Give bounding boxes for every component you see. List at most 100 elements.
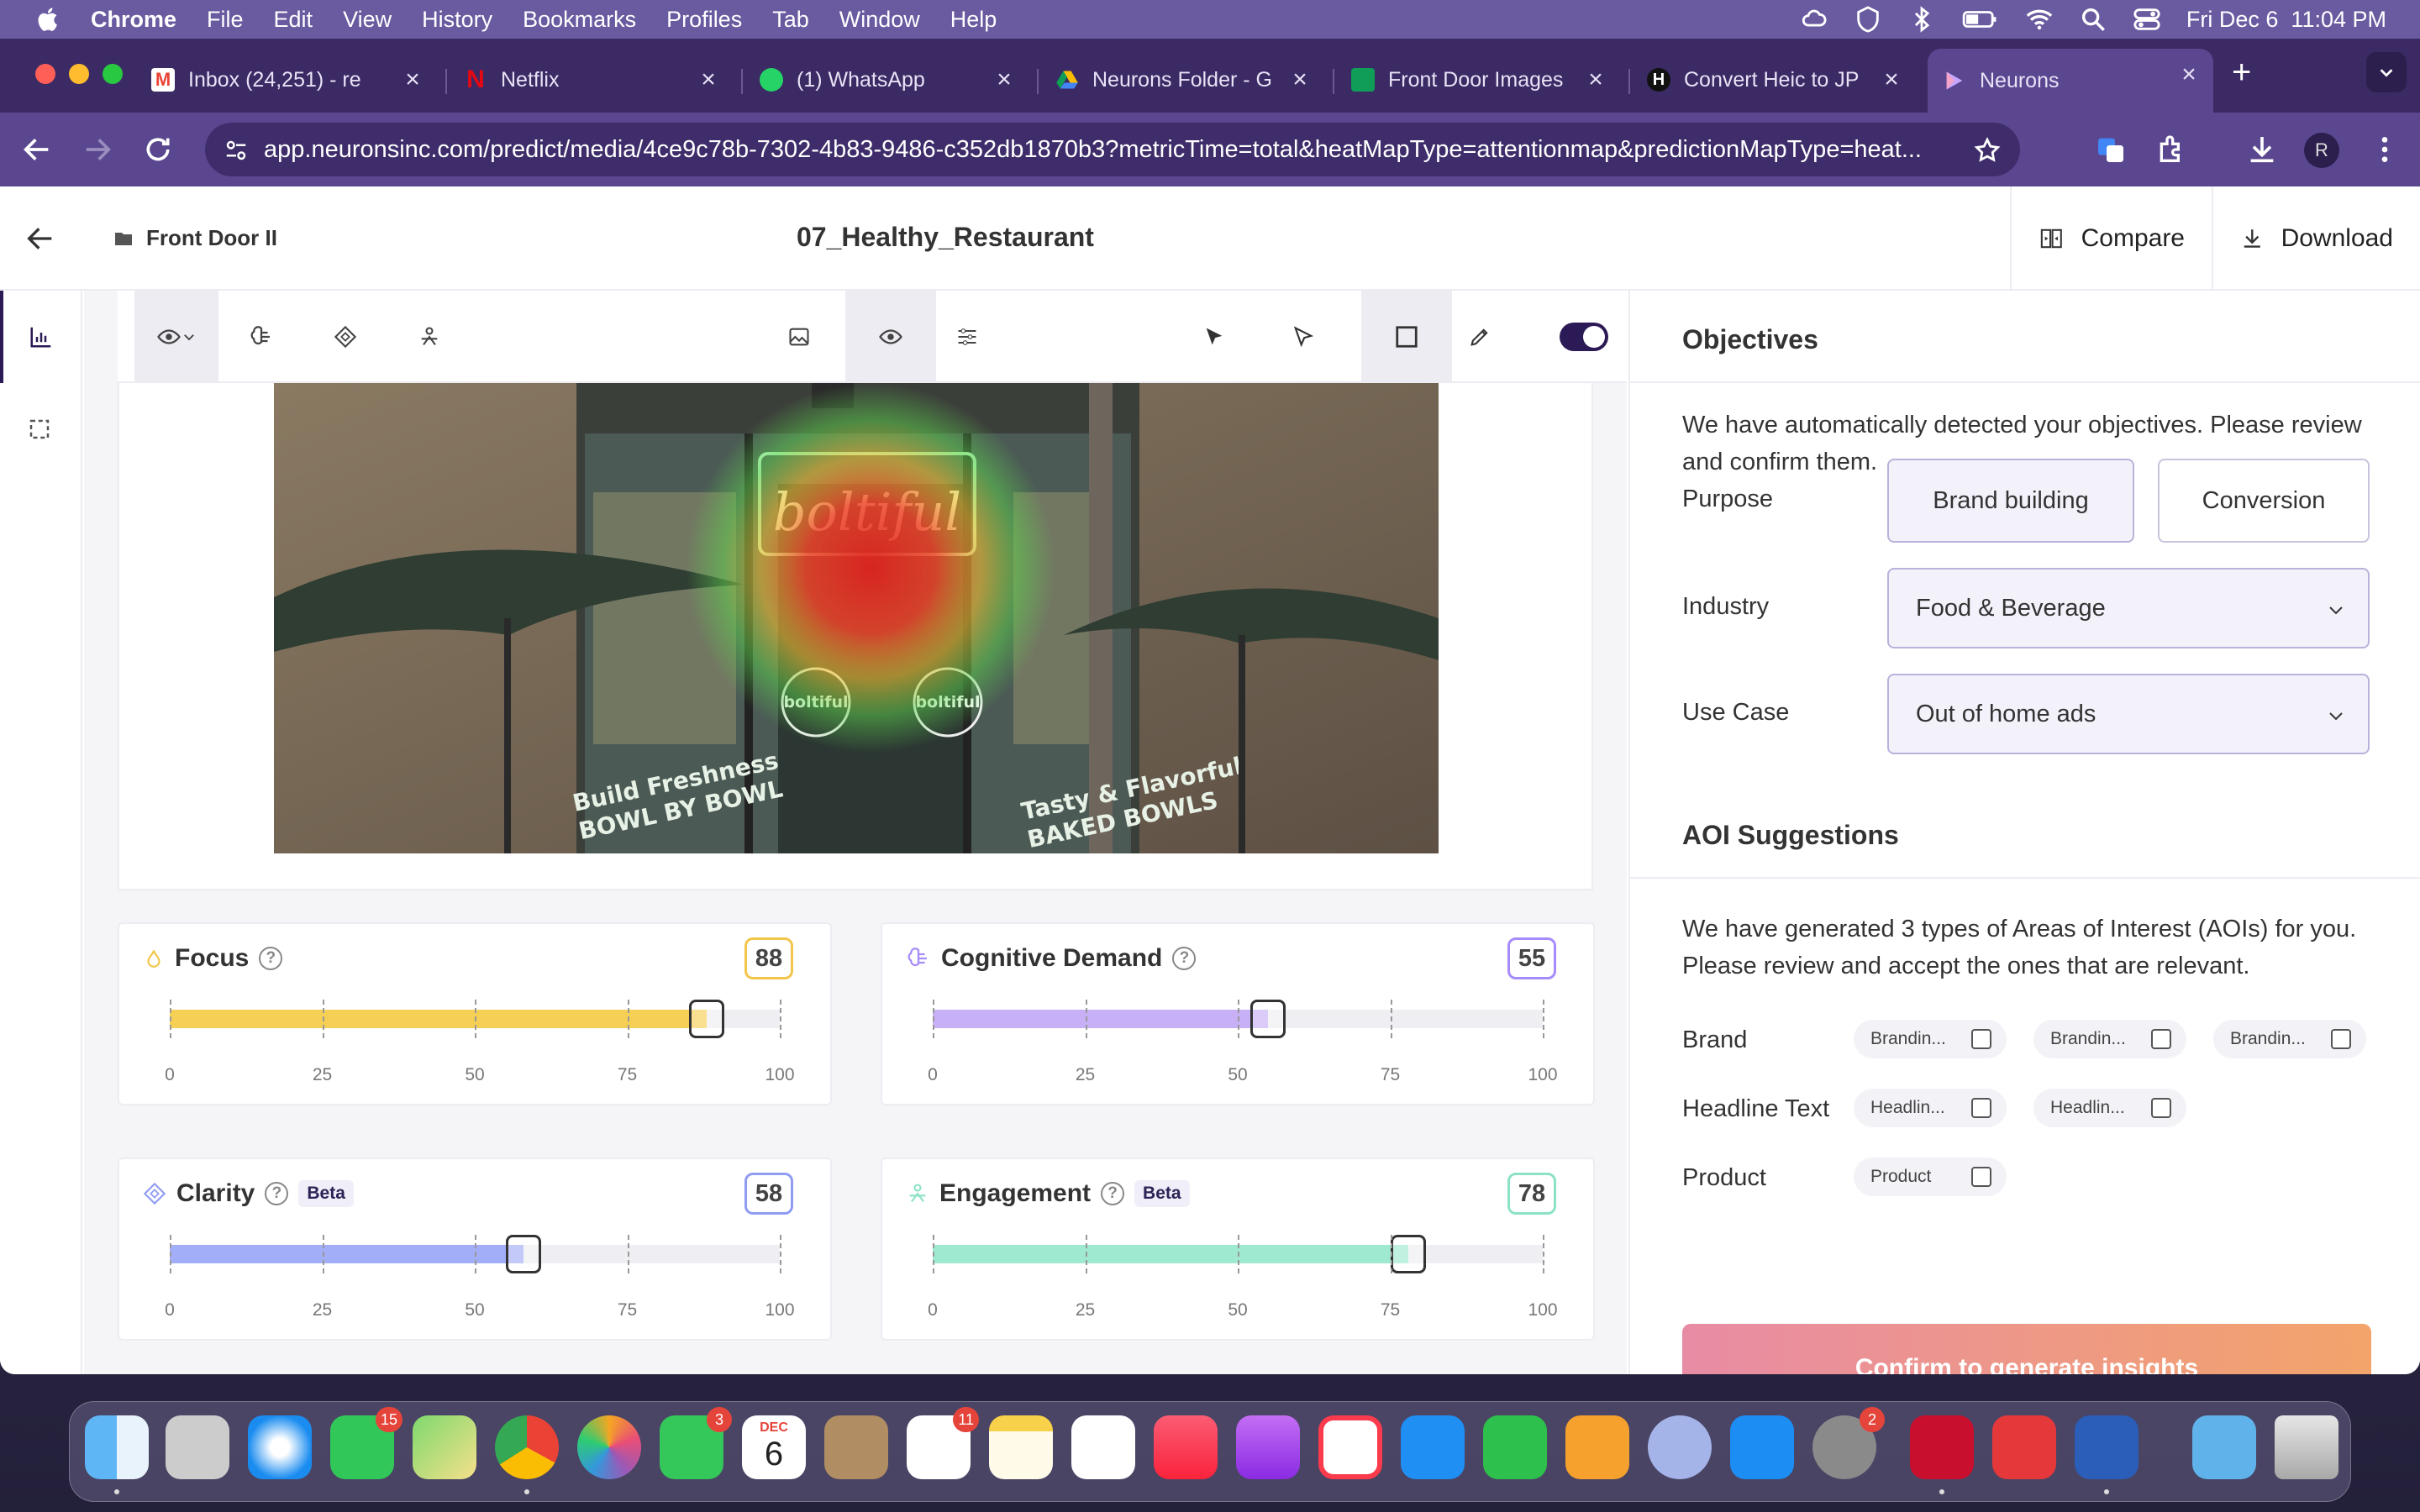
help-circle-icon[interactable]: ?	[265, 1182, 289, 1205]
aoi-chip-headline-1[interactable]: Headlin...	[1854, 1089, 2007, 1127]
launchpad-icon[interactable]	[166, 1415, 229, 1479]
slider-thumb[interactable]	[688, 1000, 724, 1038]
adjust-settings-tool[interactable]	[946, 316, 988, 358]
security-shield-icon[interactable]	[1992, 1415, 2056, 1479]
forward-icon[interactable]	[81, 133, 114, 166]
bluetooth-icon[interactable]	[1907, 5, 1936, 34]
close-tab-icon[interactable]: ×	[696, 66, 721, 94]
app-store-icon[interactable]	[1730, 1415, 1794, 1479]
bookmark-star-icon[interactable]	[1973, 136, 2002, 165]
trash-icon[interactable]	[2275, 1415, 2338, 1479]
zoom-window-button[interactable]	[103, 64, 123, 84]
aoi-checkbox[interactable]	[1971, 1029, 1991, 1049]
menu-view[interactable]: View	[343, 7, 392, 33]
compare-button[interactable]: Compare	[2010, 186, 2212, 291]
menu-edit[interactable]: Edit	[274, 7, 313, 33]
folder-name[interactable]: Front Door II	[146, 225, 277, 251]
menu-help[interactable]: Help	[950, 7, 997, 33]
analytics-nav[interactable]	[0, 291, 82, 383]
translate-icon[interactable]	[2094, 133, 2128, 166]
help-circle-icon[interactable]: ?	[1101, 1182, 1125, 1205]
creative-cloud-icon[interactable]	[1800, 5, 1828, 34]
apple-icon[interactable]	[30, 5, 67, 34]
url-text[interactable]: app.neuronsinc.com/predict/media/4ce9c78…	[264, 136, 1944, 164]
finder-icon[interactable]	[85, 1415, 149, 1479]
menu-clock[interactable]: Fri Dec 6 11:04 PM	[2186, 7, 2386, 33]
safari-icon[interactable]	[248, 1415, 312, 1479]
menu-bookmarks[interactable]: Bookmarks	[523, 7, 636, 33]
extensions-icon[interactable]	[2154, 133, 2188, 166]
aoi-chip-brand-1[interactable]: Brandin...	[1854, 1020, 2007, 1058]
slider-thumb[interactable]	[506, 1235, 542, 1273]
messages-icon[interactable]: 15	[330, 1407, 402, 1479]
original-image-tool[interactable]	[778, 316, 820, 358]
close-tab-icon[interactable]: ×	[2176, 60, 2202, 89]
word-icon[interactable]	[2075, 1415, 2139, 1479]
podcasts-icon[interactable]	[1236, 1415, 1300, 1479]
aoi-chip-product-1[interactable]: Product	[1854, 1158, 2007, 1196]
aoi-checkbox[interactable]	[2151, 1098, 2171, 1118]
usecase-select[interactable]: Out of home ads	[1887, 674, 2370, 754]
help-circle-icon[interactable]: ?	[259, 947, 283, 970]
new-tab-icon[interactable]: +	[2232, 54, 2251, 92]
minimize-window-button[interactable]	[69, 64, 89, 84]
confirm-insights-button[interactable]: Confirm to generate insights	[1682, 1324, 2371, 1374]
close-tab-icon[interactable]: ×	[992, 66, 1017, 94]
close-window-button[interactable]	[35, 64, 55, 84]
menu-tab[interactable]: Tab	[772, 7, 809, 33]
calendar-icon[interactable]: DEC 6	[742, 1415, 806, 1479]
menu-profiles[interactable]: Profiles	[666, 7, 742, 33]
slider-thumb[interactable]	[1250, 1000, 1286, 1038]
pen-tool[interactable]	[1459, 316, 1501, 358]
select-tool[interactable]	[1193, 316, 1235, 358]
site-info-icon[interactable]	[224, 138, 249, 163]
facetime-icon[interactable]: 3	[660, 1407, 732, 1479]
cognitive-demand-tool[interactable]	[240, 316, 282, 358]
pages-icon[interactable]	[1565, 1415, 1629, 1479]
close-tab-icon[interactable]: ×	[1287, 66, 1313, 94]
engagement-tool[interactable]	[408, 316, 450, 358]
close-tab-icon[interactable]: ×	[400, 66, 425, 94]
reminders-icon[interactable]: 11	[907, 1407, 979, 1479]
address-bar[interactable]: app.neuronsinc.com/predict/media/4ce9c78…	[205, 123, 2020, 176]
heatmap-view-tool[interactable]	[845, 291, 936, 383]
numbers-icon[interactable]	[1483, 1415, 1547, 1479]
tab-netflix[interactable]: N Netflix ×	[464, 54, 733, 106]
menu-history[interactable]: History	[422, 7, 492, 33]
industry-select[interactable]: Food & Beverage	[1887, 568, 2370, 648]
direct-select-tool[interactable]	[1282, 316, 1324, 358]
tab-sheets[interactable]: Front Door Images ×	[1351, 54, 1620, 106]
battery-icon[interactable]	[1961, 5, 2000, 34]
aoi-checkbox[interactable]	[1971, 1167, 1991, 1187]
purpose-brand-building-button[interactable]: Brand building	[1887, 459, 2134, 543]
overlay-toggle[interactable]	[1560, 323, 1608, 351]
downloads-folder-icon[interactable]	[2192, 1415, 2256, 1479]
aoi-checkbox[interactable]	[2331, 1029, 2351, 1049]
control-center-icon[interactable]	[2133, 5, 2161, 34]
download-button[interactable]: Download	[2212, 186, 2420, 291]
chrome-menu-icon[interactable]	[2368, 133, 2402, 166]
music-icon[interactable]	[1154, 1415, 1218, 1479]
purpose-conversion-button[interactable]: Conversion	[2158, 459, 2370, 543]
slider-thumb[interactable]	[1391, 1235, 1427, 1273]
back-icon[interactable]	[20, 133, 54, 166]
menu-window[interactable]: Window	[839, 7, 920, 33]
rectangle-tool[interactable]	[1361, 291, 1452, 383]
contacts-icon[interactable]	[824, 1415, 888, 1479]
aoi-chip-brand-2[interactable]: Brandin...	[2033, 1020, 2186, 1058]
menu-file[interactable]: File	[207, 7, 244, 33]
news-icon[interactable]	[1318, 1415, 1382, 1479]
aoi-chip-brand-3[interactable]: Brandin...	[2213, 1020, 2366, 1058]
acrobat-icon[interactable]	[1910, 1415, 1974, 1479]
tab-neurons[interactable]: Neurons ×	[1928, 49, 2213, 113]
close-tab-icon[interactable]: ×	[1879, 66, 1904, 94]
tab-gmail[interactable]: M Inbox (24,251) - re ×	[151, 54, 437, 106]
freeform-icon[interactable]	[1071, 1415, 1135, 1479]
clarity-tool[interactable]	[324, 316, 366, 358]
aoi-checkbox[interactable]	[1971, 1098, 1991, 1118]
reload-icon[interactable]	[141, 133, 175, 166]
notes-icon[interactable]	[989, 1415, 1053, 1479]
maps-icon[interactable]	[413, 1415, 476, 1479]
back-arrow-icon[interactable]	[24, 222, 57, 255]
r-app-icon[interactable]	[1648, 1415, 1712, 1479]
